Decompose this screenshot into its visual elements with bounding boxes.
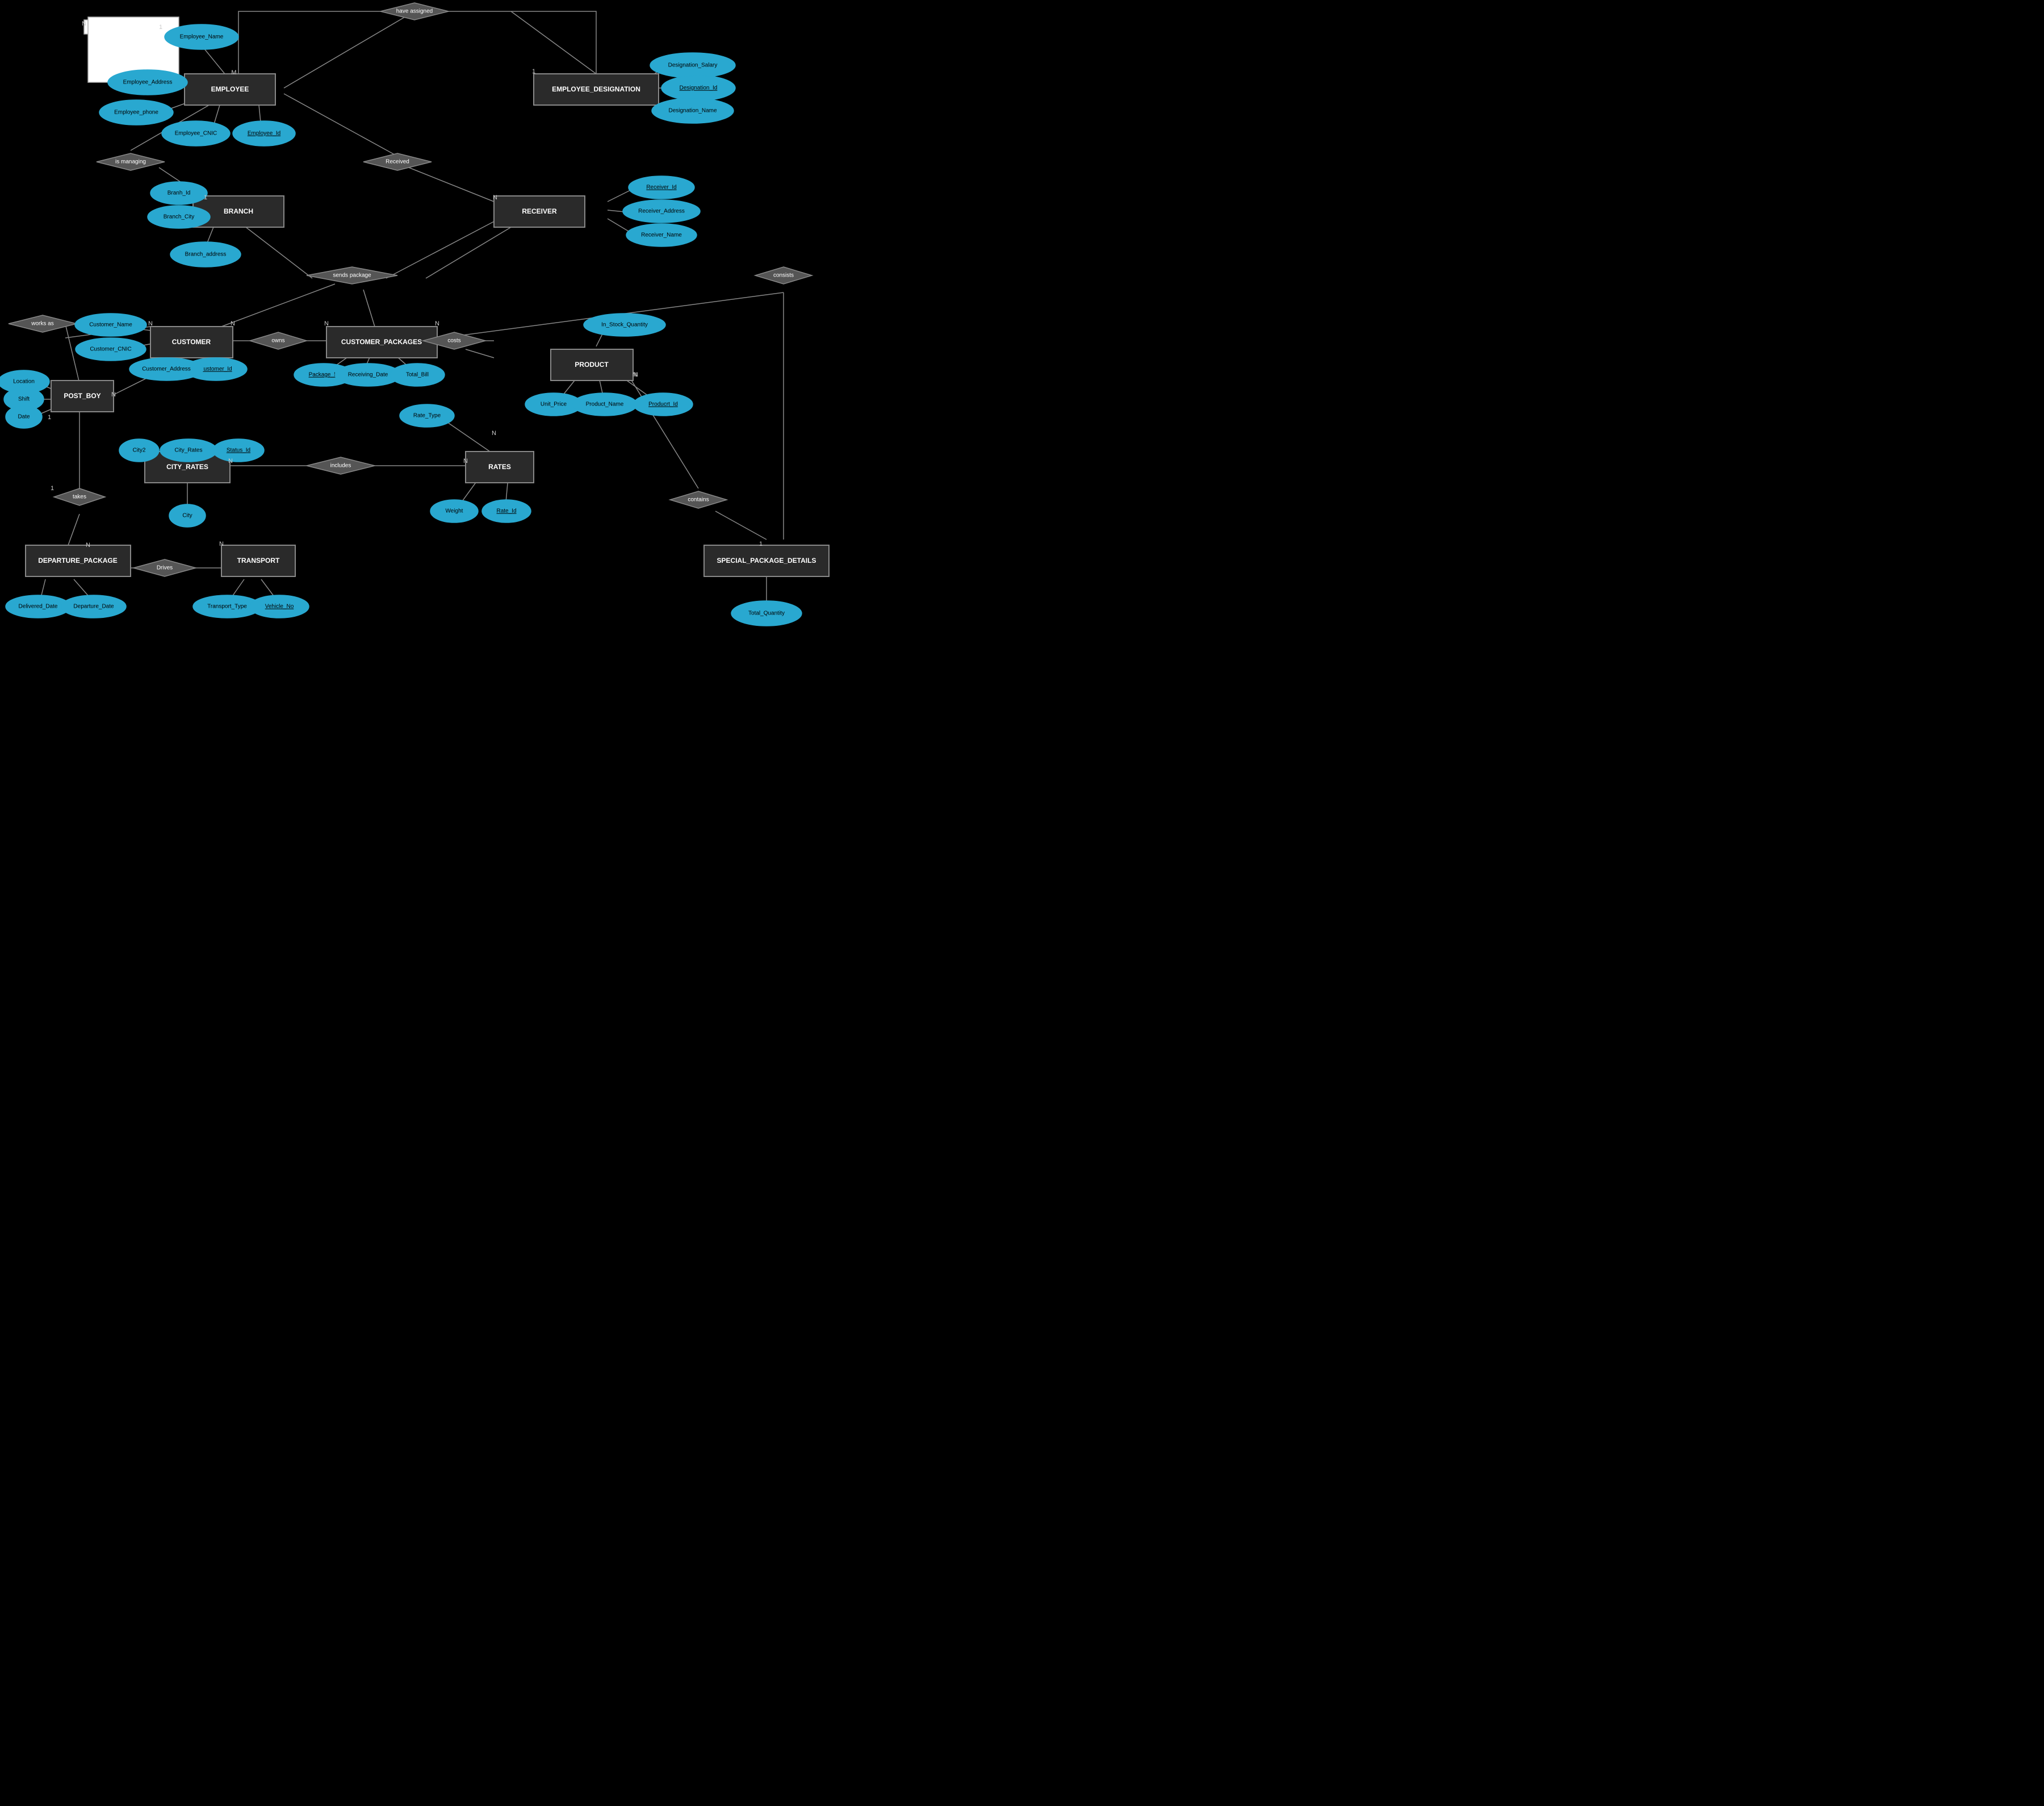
city-text: City bbox=[182, 513, 192, 519]
receiving-date-text: Receiving_Date bbox=[348, 372, 388, 378]
branch-city-text: Branch_City bbox=[164, 214, 194, 220]
contains-label: contains bbox=[688, 497, 709, 503]
product-label: PRODUCT bbox=[575, 361, 609, 369]
consists-label: consists bbox=[773, 273, 794, 279]
vehicle-no-text: Vehicle_No bbox=[265, 604, 294, 610]
card-n-drives: N bbox=[219, 541, 224, 547]
status-id-text: Status_Id bbox=[227, 448, 250, 454]
transport-type-text: Transport_Type bbox=[207, 604, 247, 610]
received-label: Received bbox=[386, 159, 409, 165]
unit-price-text: Unit_Price bbox=[541, 402, 567, 408]
costs-label: costs bbox=[447, 338, 460, 344]
total-quantity-text: Total_Quantity bbox=[748, 611, 785, 617]
departure-package-label: DEPARTURE_PACKAGE bbox=[38, 557, 118, 565]
delivered-date-text: Delivered_Date bbox=[19, 604, 58, 610]
card-1-des: 1 bbox=[532, 68, 535, 75]
card-n-cp2: N bbox=[435, 320, 439, 327]
er-diagram: EMPLOYEE EMPLOYEE_DESIGNATION BRANCH REC… bbox=[0, 0, 1022, 903]
branch-address-text: Branch_address bbox=[185, 252, 227, 258]
date-text: Date bbox=[18, 414, 30, 420]
sends-package-label: sends package bbox=[333, 273, 371, 279]
city-rates-label: CITY_RATES bbox=[166, 463, 208, 471]
card-n-cust2: N bbox=[231, 320, 235, 327]
receiver-name-text: Receiver_Name bbox=[641, 232, 682, 239]
special-package-details-label: SPECIAL_PACKAGE_DETAILS bbox=[717, 557, 816, 565]
post-boy-label: POST_BOY bbox=[64, 392, 100, 400]
weight-text: Weight bbox=[446, 508, 463, 515]
employee-id-text: Employee_Id bbox=[248, 131, 280, 137]
customer-id-text: Customer_Id bbox=[199, 366, 232, 373]
total-bill-text: Total_Bill bbox=[406, 372, 429, 378]
card-m: M bbox=[231, 69, 236, 76]
card-1-pb: 1 bbox=[48, 414, 51, 421]
employee-name-text: Employee_Name bbox=[180, 34, 224, 40]
card-n-rates: N bbox=[463, 458, 468, 465]
producrt-id-text: Producrt_Id bbox=[648, 402, 678, 408]
rate-id-text: Rate_Id bbox=[496, 508, 516, 515]
employee-phone-text: Employee_phone bbox=[114, 110, 158, 116]
card-1-branch: 1 bbox=[204, 194, 207, 201]
card-n-recv: N bbox=[493, 194, 497, 201]
branch-label: BRANCH bbox=[224, 207, 253, 215]
package-id-text: Package_Id bbox=[309, 372, 339, 378]
is-managing-label: is managing bbox=[115, 159, 146, 165]
employee-address-text: Employee_Address bbox=[123, 80, 173, 86]
includes-label: includes bbox=[330, 463, 351, 469]
city2-text: City2 bbox=[133, 448, 146, 454]
receiver-address-text: Receiver_Address bbox=[638, 208, 685, 215]
takes-label: takes bbox=[73, 494, 86, 500]
receiver-id-text: Receiver_Id bbox=[646, 185, 676, 191]
card-1-1: 1 bbox=[159, 24, 162, 31]
branh-id-text: Branh_Id bbox=[167, 190, 191, 197]
drives-label: Drives bbox=[157, 565, 173, 571]
departure-date-text: Departure_Date bbox=[73, 604, 114, 610]
customer-cnic-text: Customer_CNIC bbox=[90, 346, 131, 353]
customer-address-text: Customer_Address bbox=[142, 366, 191, 373]
customer-packages-label: CUSTOMER_PACKAGES bbox=[341, 338, 422, 346]
employee-entity-label: EMPLOYEE bbox=[211, 85, 249, 93]
rates-label: RATES bbox=[488, 463, 511, 471]
city-rates-attr-text: City_Rates bbox=[175, 448, 203, 454]
card-1-spd: 1 bbox=[759, 541, 763, 547]
card-n-cp: N bbox=[324, 320, 329, 327]
transport-label: TRANSPORT bbox=[237, 557, 280, 565]
card-n-takes: N bbox=[86, 542, 90, 549]
in-stock-quantity-text: In_Stock_Quantity bbox=[601, 322, 648, 328]
customer-name-text: Customer_Name bbox=[89, 322, 132, 328]
card-n-ratesc: N bbox=[492, 430, 496, 437]
customer-label: CUSTOMER bbox=[172, 338, 211, 346]
rate-type-text: Rate_Type bbox=[413, 413, 441, 419]
works-as-label: works as bbox=[31, 321, 53, 327]
card-n-cust: N bbox=[148, 320, 153, 327]
card-n1: N bbox=[82, 20, 86, 27]
card-n-pb: N bbox=[111, 391, 116, 398]
shift-text: Shift bbox=[18, 396, 30, 403]
receiver-label: RECEIVER bbox=[522, 207, 557, 215]
card-n-spd2: N bbox=[634, 371, 638, 378]
card-1-takes: 1 bbox=[51, 485, 54, 492]
designation-salary-text: Designation_Salary bbox=[668, 62, 718, 69]
card-n-cr: N bbox=[228, 458, 233, 465]
product-name-text: Product_Name bbox=[586, 402, 624, 408]
designation-name-text: Designation_Name bbox=[668, 108, 717, 114]
have-assigned-label: have assigned bbox=[396, 9, 433, 15]
owns-label: owns bbox=[271, 338, 284, 344]
location-text: Location bbox=[13, 379, 35, 385]
designation-id-text: Designation_Id bbox=[680, 85, 718, 91]
employee-designation-label: EMPLOYEE_DESIGNATION bbox=[552, 85, 640, 93]
employee-cnic-text: Employee_CNIC bbox=[175, 131, 217, 137]
